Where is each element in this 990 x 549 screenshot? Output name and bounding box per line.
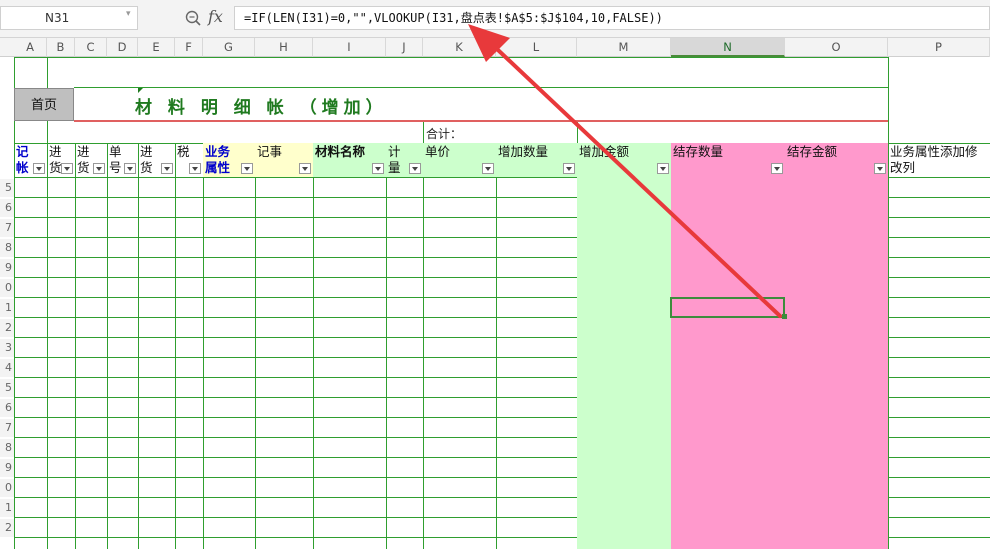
- red-arrow-annotation: [468, 24, 782, 318]
